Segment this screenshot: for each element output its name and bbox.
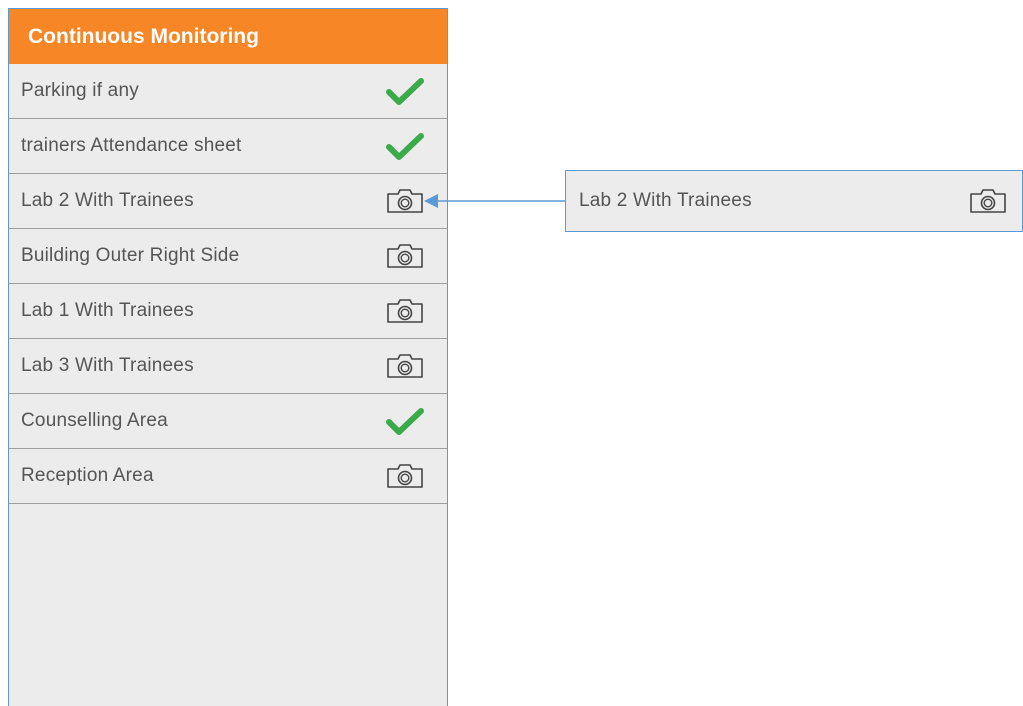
camera-icon[interactable] xyxy=(968,187,1008,215)
monitoring-panel: Continuous Monitoring Parking if any tra… xyxy=(8,8,448,706)
callout-label: Lab 2 With Trainees xyxy=(579,190,752,211)
list-item[interactable]: Lab 2 With Trainees xyxy=(9,174,447,229)
list-item[interactable]: Lab 1 With Trainees xyxy=(9,284,447,339)
item-label: Lab 2 With Trainees xyxy=(21,190,194,211)
camera-icon[interactable] xyxy=(385,462,425,490)
item-label: Counselling Area xyxy=(21,410,168,431)
checklist: Parking if any trainers Attendance sheet… xyxy=(9,64,447,504)
list-item[interactable]: Reception Area xyxy=(9,449,447,504)
list-item[interactable]: Counselling Area xyxy=(9,394,447,449)
camera-icon[interactable] xyxy=(385,187,425,215)
list-item[interactable]: Parking if any xyxy=(9,64,447,119)
item-label: Lab 3 With Trainees xyxy=(21,355,194,376)
item-label: Reception Area xyxy=(21,465,154,486)
callout-item[interactable]: Lab 2 With Trainees xyxy=(565,170,1023,232)
list-item[interactable]: Lab 3 With Trainees xyxy=(9,339,447,394)
item-label: Parking if any xyxy=(21,80,139,101)
camera-icon[interactable] xyxy=(385,242,425,270)
camera-icon[interactable] xyxy=(385,297,425,325)
list-item[interactable]: Building Outer Right Side xyxy=(9,229,447,284)
check-icon xyxy=(385,77,425,105)
camera-icon[interactable] xyxy=(385,352,425,380)
check-icon xyxy=(385,132,425,160)
list-item[interactable]: trainers Attendance sheet xyxy=(9,119,447,174)
item-label: Building Outer Right Side xyxy=(21,245,240,266)
stage: Continuous Monitoring Parking if any tra… xyxy=(0,0,1023,706)
check-icon xyxy=(385,407,425,435)
panel-title: Continuous Monitoring xyxy=(9,9,447,64)
item-label: Lab 1 With Trainees xyxy=(21,300,194,321)
item-label: trainers Attendance sheet xyxy=(21,135,242,156)
